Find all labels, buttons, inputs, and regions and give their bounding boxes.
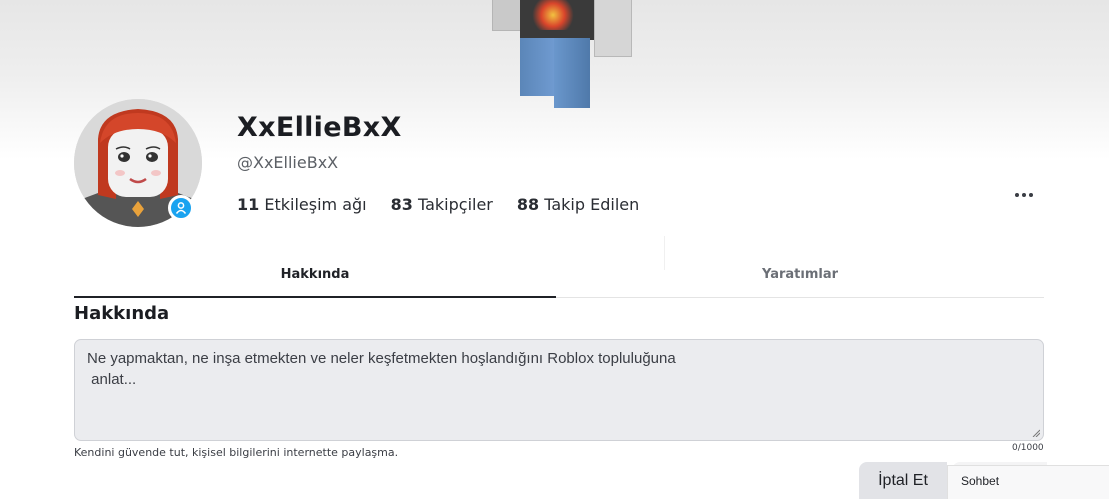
safety-note: Kendini güvende tut, kişisel bilgilerini… [74,446,399,459]
profile-stats: 11 Etkileşim ağı 83 Takipçiler 88 Takip … [237,195,639,214]
more-dots-icon[interactable] [1010,186,1038,204]
tab-about[interactable]: Hakkında [74,252,556,298]
section-title: Hakkında [74,303,170,324]
avatar-left-leg [520,38,554,96]
stat-followers[interactable]: 83 Takipçiler [391,195,493,214]
avatar-shirt-graphic [532,0,574,30]
stat-label: Takipçiler [417,195,493,214]
character-count: 0/1000 [1012,443,1044,453]
stat-count: 88 [516,195,540,214]
stat-count: 83 [390,195,413,214]
display-name: XxEllieBxX [237,112,402,143]
avatar[interactable] [74,99,202,227]
avatar-right-leg [554,38,590,108]
stat-label: Etkileşim ağı [264,195,367,214]
dot [1015,193,1019,197]
avatar-right-arm [594,0,632,57]
avatar-body-image [492,0,632,110]
stat-following[interactable]: 88 Takip Edilen [517,195,639,214]
cancel-button[interactable]: İptal Et [859,462,947,499]
stat-count: 11 [237,195,260,214]
username: @XxEllieBxX [237,153,339,172]
stat-connections[interactable]: 11 Etkileşim ağı [237,195,367,214]
dot [1029,193,1033,197]
resize-grip-icon[interactable] [1032,429,1040,437]
tab-creations[interactable]: Yaratımlar [556,252,1044,296]
chat-bar[interactable]: Sohbet [947,465,1109,499]
profile-tabs: Hakkında Yaratımlar [74,252,1044,298]
dot [1022,193,1026,197]
about-placeholder: Ne yapmaktan, ne inşa etmekten ve neler … [87,350,676,388]
stat-label: Takip Edilen [544,195,640,214]
about-textarea[interactable]: Ne yapmaktan, ne inşa etmekten ve neler … [74,339,1044,441]
person-icon [168,195,194,221]
